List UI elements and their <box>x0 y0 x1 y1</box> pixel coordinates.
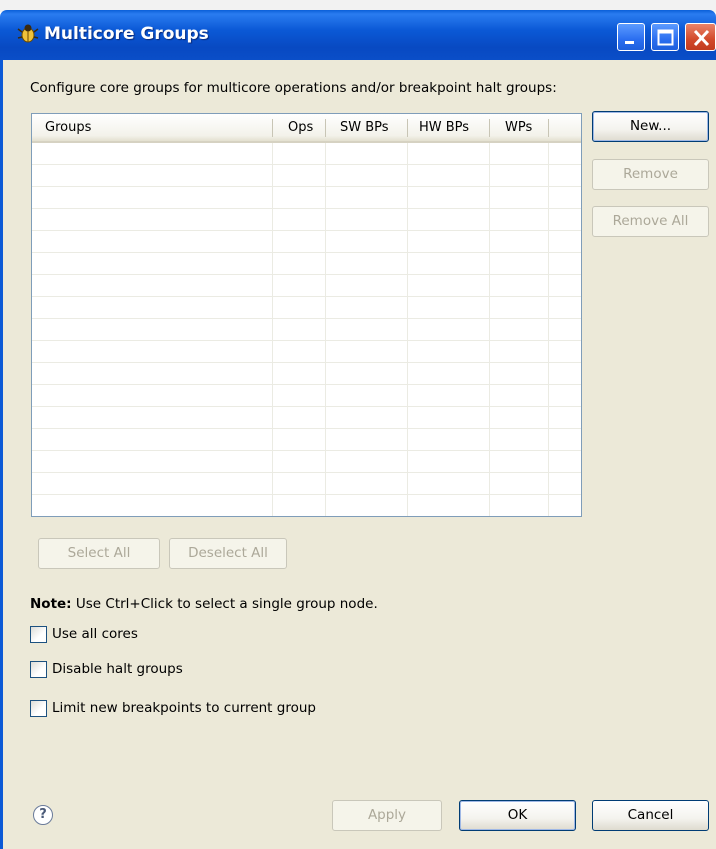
column-header-sw-bps[interactable]: SW BPs <box>340 114 389 141</box>
table-row-line <box>32 362 581 363</box>
column-grid-line <box>325 143 326 516</box>
column-grid-line <box>407 143 408 516</box>
note-body: Use Ctrl+Click to select a single group … <box>71 596 378 612</box>
note-text: Note: Use Ctrl+Click to select a single … <box>30 596 378 612</box>
column-separator <box>272 119 273 137</box>
window-title: Multicore Groups <box>44 24 209 44</box>
use-all-cores-checkbox[interactable] <box>30 626 47 643</box>
debug-bug-icon <box>16 23 40 45</box>
table-row-line <box>32 296 581 297</box>
select-all-button[interactable]: Select All <box>38 538 160 569</box>
maximize-icon <box>657 29 674 46</box>
table-row-line <box>32 406 581 407</box>
table-row-line <box>32 340 581 341</box>
close-icon <box>693 29 710 47</box>
close-button[interactable] <box>685 23 716 51</box>
minimize-icon <box>625 41 634 44</box>
column-separator <box>325 119 326 137</box>
table-rows <box>32 143 581 516</box>
use-all-cores-label: Use all cores <box>52 626 138 642</box>
table-row-line <box>32 186 581 187</box>
column-header-ops[interactable]: Ops <box>288 114 313 141</box>
table-row-line <box>32 318 581 319</box>
column-header-groups[interactable]: Groups <box>45 114 91 141</box>
column-grid-line <box>489 143 490 516</box>
table-row-line <box>32 494 581 495</box>
minimize-button[interactable] <box>617 23 645 51</box>
remove-all-button[interactable]: Remove All <box>592 206 709 237</box>
table-row-line <box>32 274 581 275</box>
remove-button[interactable]: Remove <box>592 159 709 190</box>
deselect-all-button[interactable]: Deselect All <box>169 538 287 569</box>
table-row-line <box>32 384 581 385</box>
help-icon[interactable]: ? <box>33 805 53 825</box>
column-header-hw-bps[interactable]: HW BPs <box>419 114 469 141</box>
intro-text: Configure core groups for multicore oper… <box>30 80 557 96</box>
table-row-line <box>32 428 581 429</box>
table-header: Groups Ops SW BPs HW BPs WPs <box>32 114 581 143</box>
column-grid-line <box>272 143 273 516</box>
table-row-line <box>32 472 581 473</box>
maximize-button[interactable] <box>651 23 679 51</box>
disable-halt-groups-checkbox[interactable] <box>30 661 47 678</box>
cancel-button[interactable]: Cancel <box>592 800 709 831</box>
table-row-line <box>32 450 581 451</box>
dialog-content: Configure core groups for multicore oper… <box>3 60 716 849</box>
multicore-groups-window: Multicore Groups Configure core groups f… <box>0 0 716 849</box>
column-grid-line <box>548 143 549 516</box>
table-row-line <box>32 252 581 253</box>
table-row-line <box>32 230 581 231</box>
new-button[interactable]: New... <box>592 111 709 142</box>
disable-halt-groups-label: Disable halt groups <box>52 661 183 677</box>
table-row-line <box>32 208 581 209</box>
table-row-line <box>32 164 581 165</box>
limit-breakpoints-label: Limit new breakpoints to current group <box>52 700 316 716</box>
column-separator <box>407 119 408 137</box>
groups-table[interactable]: Groups Ops SW BPs HW BPs WPs <box>31 113 582 517</box>
apply-button[interactable]: Apply <box>332 800 442 831</box>
column-separator <box>489 119 490 137</box>
title-bar[interactable]: Multicore Groups <box>0 10 716 60</box>
limit-breakpoints-checkbox[interactable] <box>30 700 47 717</box>
ok-button[interactable]: OK <box>459 800 576 831</box>
column-separator <box>548 119 549 137</box>
column-header-wps[interactable]: WPs <box>505 114 532 141</box>
note-label: Note: <box>30 596 72 612</box>
